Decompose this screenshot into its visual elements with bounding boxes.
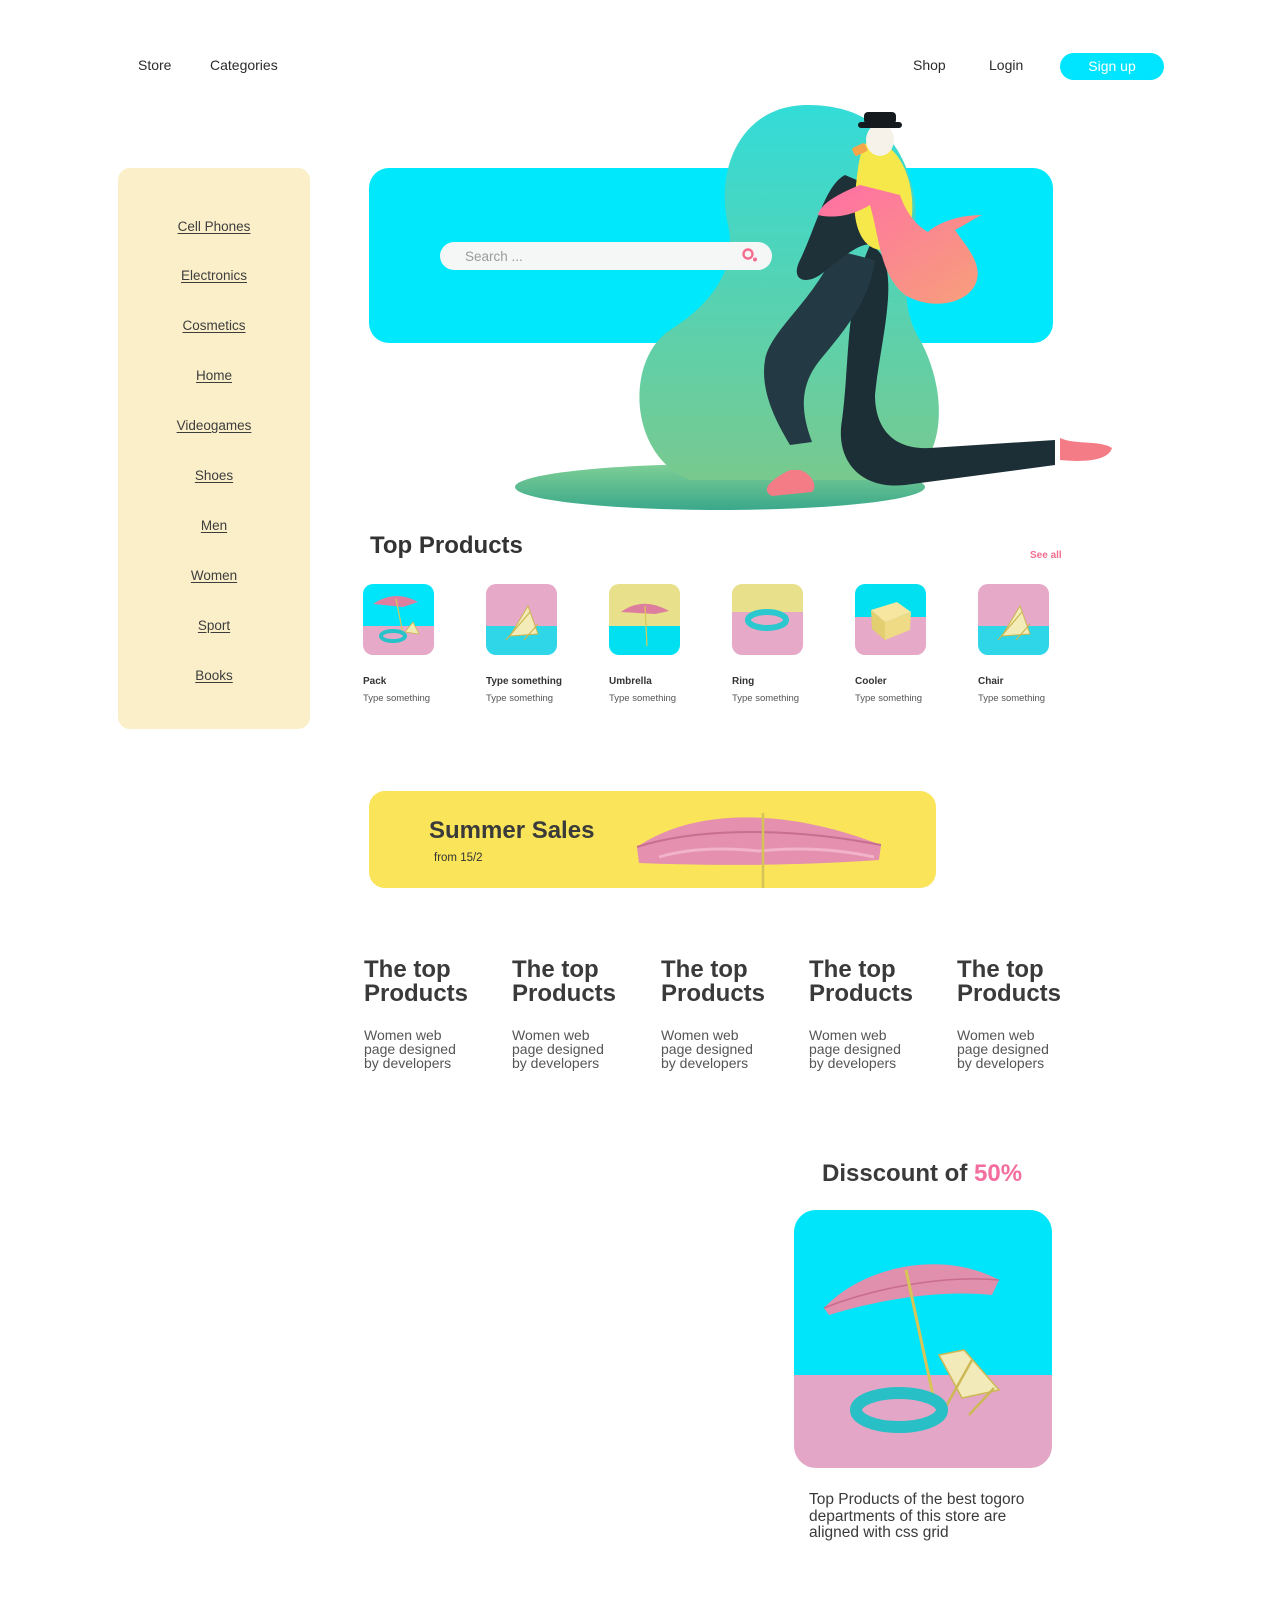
search-icon[interactable] <box>740 246 760 266</box>
discount-percent: 50% <box>974 1160 1023 1187</box>
product-card-chair[interactable]: Chair Type something <box>978 584 1088 704</box>
summer-sales-banner[interactable]: Summer Sales from 15/2 <box>369 791 936 888</box>
info-column-title: The top Products <box>364 956 469 1007</box>
product-subtitle: Type something <box>363 693 431 704</box>
info-column-text: Women web page designed by developers <box>957 1027 1049 1071</box>
product-card-ring[interactable]: Ring Type something <box>732 584 842 704</box>
sidebar-item-women[interactable]: Women <box>118 568 310 583</box>
product-name: Cooler <box>855 676 887 687</box>
info-column-title: The top Products <box>809 956 914 1007</box>
discount-title: Disscount of 50% <box>822 1160 1022 1188</box>
product-subtitle: Type something <box>609 693 677 704</box>
info-column-title: The top Products <box>512 956 617 1007</box>
product-thumbnail <box>855 584 926 655</box>
product-subtitle: Type something <box>855 693 923 704</box>
product-thumbnail <box>363 584 434 655</box>
product-name: Type something <box>486 676 562 687</box>
product-card-pack[interactable]: Pack Type something <box>363 584 473 704</box>
product-subtitle: Type something <box>486 693 554 704</box>
info-column: The top Products Women web page designed… <box>661 956 791 1071</box>
info-column: The top Products Women web page designed… <box>512 956 642 1071</box>
product-card-cooler[interactable]: Cooler Type something <box>855 584 965 704</box>
discount-description: Top Products of the best togoro departme… <box>809 1491 1025 1541</box>
see-all-link[interactable]: See all <box>1030 550 1062 561</box>
head-shape <box>866 124 894 156</box>
product-name: Chair <box>978 676 1004 687</box>
summer-sales-subtitle: from 15/2 <box>434 852 483 864</box>
info-column-text: Women web page designed by developers <box>809 1027 901 1071</box>
info-column: The top Products Women web page designed… <box>364 956 494 1071</box>
hat-brim-shape <box>858 122 902 128</box>
product-name: Umbrella <box>609 676 652 687</box>
summer-sales-title: Summer Sales <box>429 817 595 844</box>
product-thumbnail <box>732 584 803 655</box>
info-column: The top Products Women web page designed… <box>809 956 939 1071</box>
info-column: The top Products Women web page designed… <box>957 956 1087 1071</box>
product-card-type-something[interactable]: Type something Type something <box>486 584 596 704</box>
product-thumbnail <box>978 584 1049 655</box>
info-column-text: Women web page designed by developers <box>364 1027 456 1071</box>
discount-title-label: Disscount of <box>822 1160 968 1187</box>
product-card-umbrella[interactable]: Umbrella Type something <box>609 584 719 704</box>
umbrella-image <box>636 813 882 888</box>
sidebar-item-books[interactable]: Books <box>118 668 310 683</box>
sidebar-item-men[interactable]: Men <box>118 518 310 533</box>
product-thumbnail <box>609 584 680 655</box>
info-column-title: The top Products <box>957 956 1062 1007</box>
product-subtitle: Type something <box>978 693 1046 704</box>
info-column-text: Women web page designed by developers <box>661 1027 753 1071</box>
top-products-title: Top Products <box>370 532 523 559</box>
info-column-title: The top Products <box>661 956 766 1007</box>
discount-image[interactable] <box>794 1210 1052 1468</box>
product-name: Pack <box>363 676 387 687</box>
product-name: Ring <box>732 676 755 687</box>
product-thumbnail <box>486 584 557 655</box>
product-subtitle: Type something <box>732 693 800 704</box>
sidebar-item-sport[interactable]: Sport <box>118 618 310 633</box>
search-input[interactable] <box>440 242 772 270</box>
back-shoe-shape <box>1060 438 1112 461</box>
info-column-text: Women web page designed by developers <box>512 1027 604 1071</box>
